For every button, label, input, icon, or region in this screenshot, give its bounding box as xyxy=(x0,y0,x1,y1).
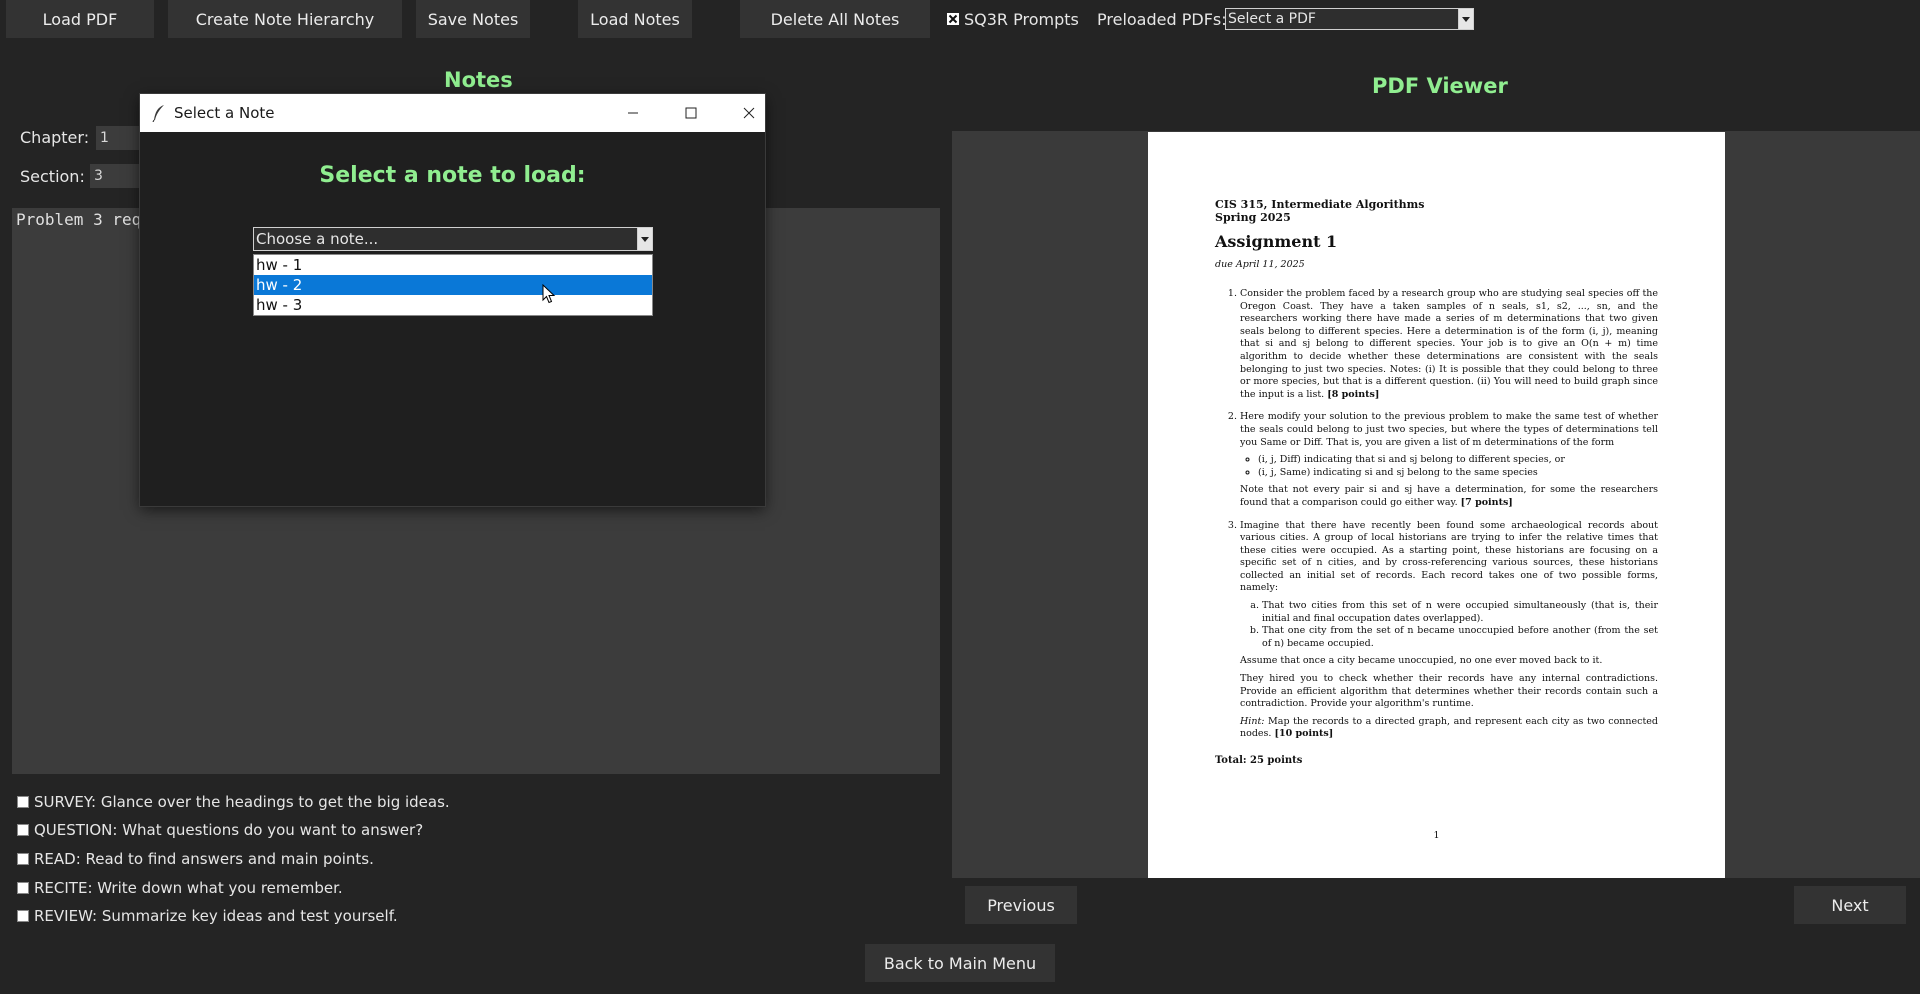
load-pdf-button[interactable]: Load PDF xyxy=(6,0,154,38)
back-to-main-menu-button[interactable]: Back to Main Menu xyxy=(865,944,1055,982)
dialog-title-bar[interactable]: Select a Note xyxy=(140,94,765,132)
load-notes-button[interactable]: Load Notes xyxy=(578,0,692,38)
pdf-problem-3: Imagine that there have recently been fo… xyxy=(1240,520,1658,742)
pdf-problem-3-assume: Assume that once a city became unoccupie… xyxy=(1240,655,1603,667)
chapter-label: Chapter: xyxy=(20,128,90,147)
survey-checkbox[interactable] xyxy=(17,796,29,808)
pdf-problem-list: Consider the problem faced by a research… xyxy=(1215,288,1658,741)
feather-icon xyxy=(152,104,166,126)
pdf-page-number: 1 xyxy=(1433,830,1440,841)
dialog-title: Select a Note xyxy=(174,104,275,122)
pdf-problem-3-hint: Hint: Map the records to a directed grap… xyxy=(1240,716,1658,741)
dialog-heading: Select a note to load: xyxy=(319,163,586,188)
review-checkbox[interactable] xyxy=(17,910,29,922)
pdf-problem-1-points: [8 points] xyxy=(1327,388,1380,400)
note-option[interactable]: hw - 3 xyxy=(254,295,652,315)
sq3r-read-item[interactable]: READ: Read to find answers and main poin… xyxy=(17,849,374,869)
note-dropdown-list: hw - 1 hw - 2 hw - 3 xyxy=(253,254,653,316)
pdf-problem-1: Consider the problem faced by a research… xyxy=(1240,288,1658,401)
pdf-problem-2-bullet: (i, j, Same) indicating si and sj belong… xyxy=(1258,467,1658,480)
pdf-problem-3-option: That one city from the set of n became u… xyxy=(1262,625,1658,650)
pdf-course: CIS 315, Intermediate Algorithms xyxy=(1215,198,1425,211)
pdf-problem-2: Here modify your solution to the previou… xyxy=(1240,411,1658,509)
chevron-down-icon[interactable] xyxy=(637,228,652,250)
pdf-problem-2-note: Note that not every pair si and sj have … xyxy=(1240,484,1658,508)
pdf-problem-3-hired: They hired you to check whether their re… xyxy=(1240,673,1658,710)
pdf-title: Assignment 1 xyxy=(1215,232,1338,251)
survey-label: SURVEY: Glance over the headings to get … xyxy=(34,793,450,811)
read-checkbox[interactable] xyxy=(17,853,29,865)
sq3r-prompts-label: SQ3R Prompts xyxy=(964,9,1079,29)
sq3r-survey-item[interactable]: SURVEY: Glance over the headings to get … xyxy=(17,792,450,812)
pdf-viewer-heading: PDF Viewer xyxy=(1372,74,1508,98)
maximize-icon[interactable] xyxy=(668,94,714,132)
chevron-down-icon[interactable] xyxy=(1458,9,1473,29)
read-label: READ: Read to find answers and main poin… xyxy=(34,850,374,868)
pdf-problem-3-option: That two cities from this set of n were … xyxy=(1262,600,1658,625)
section-label: Section: xyxy=(20,167,85,186)
pdf-total: Total: 25 points xyxy=(1215,755,1303,766)
sq3r-question-item[interactable]: QUESTION: What questions do you want to … xyxy=(17,820,423,840)
save-notes-button[interactable]: Save Notes xyxy=(416,0,530,38)
notes-text: Problem 3 req xyxy=(16,210,142,229)
minimize-icon[interactable] xyxy=(610,94,656,132)
notes-heading: Notes xyxy=(444,68,513,92)
sq3r-review-item[interactable]: REVIEW: Summarize key ideas and test you… xyxy=(17,906,398,926)
pdf-problem-2-bullet: (i, j, Diff) indicating that si and sj b… xyxy=(1258,454,1658,467)
note-option[interactable]: hw - 1 xyxy=(254,255,652,275)
sq3r-recite-item[interactable]: RECITE: Write down what you remember. xyxy=(17,878,343,898)
question-checkbox[interactable] xyxy=(17,824,29,836)
pdf-term: Spring 2025 xyxy=(1215,211,1291,224)
pdf-problem-2-text: Here modify your solution to the previou… xyxy=(1240,411,1658,448)
close-icon[interactable] xyxy=(726,94,772,132)
note-select[interactable]: Choose a note... xyxy=(253,227,653,251)
next-page-button[interactable]: Next xyxy=(1794,886,1906,924)
create-note-hierarchy-button[interactable]: Create Note Hierarchy xyxy=(168,0,402,38)
checkbox-checked-icon[interactable] xyxy=(947,13,959,25)
review-label: REVIEW: Summarize key ideas and test you… xyxy=(34,907,398,925)
pdf-page: CIS 315, Intermediate Algorithms Spring … xyxy=(1148,132,1725,878)
pdf-problem-3-text: Imagine that there have recently been fo… xyxy=(1240,519,1658,594)
note-option-highlighted[interactable]: hw - 2 xyxy=(254,275,652,295)
preloaded-pdfs-label: Preloaded PDFs: xyxy=(1097,9,1227,29)
pdf-problem-3-points: [10 points] xyxy=(1274,728,1334,740)
recite-checkbox[interactable] xyxy=(17,882,29,894)
mouse-cursor-icon xyxy=(542,283,556,308)
pdf-due-date: due April 11, 2025 xyxy=(1215,259,1305,270)
preloaded-pdf-select[interactable]: Select a PDF xyxy=(1225,8,1474,30)
pdf-problem-1-text: Consider the problem faced by a research… xyxy=(1240,288,1658,400)
recite-label: RECITE: Write down what you remember. xyxy=(34,879,343,897)
sq3r-prompts-toggle[interactable]: SQ3R Prompts xyxy=(947,0,1079,38)
pdf-hint-label: Hint: xyxy=(1240,715,1265,727)
question-label: QUESTION: What questions do you want to … xyxy=(34,821,424,839)
pdf-problem-2-points: [7 points] xyxy=(1460,496,1513,508)
previous-page-button[interactable]: Previous xyxy=(965,886,1077,924)
delete-all-notes-button[interactable]: Delete All Notes xyxy=(740,0,930,38)
note-select-placeholder: Choose a note... xyxy=(256,230,379,248)
preloaded-pdf-value: Select a PDF xyxy=(1228,11,1316,27)
